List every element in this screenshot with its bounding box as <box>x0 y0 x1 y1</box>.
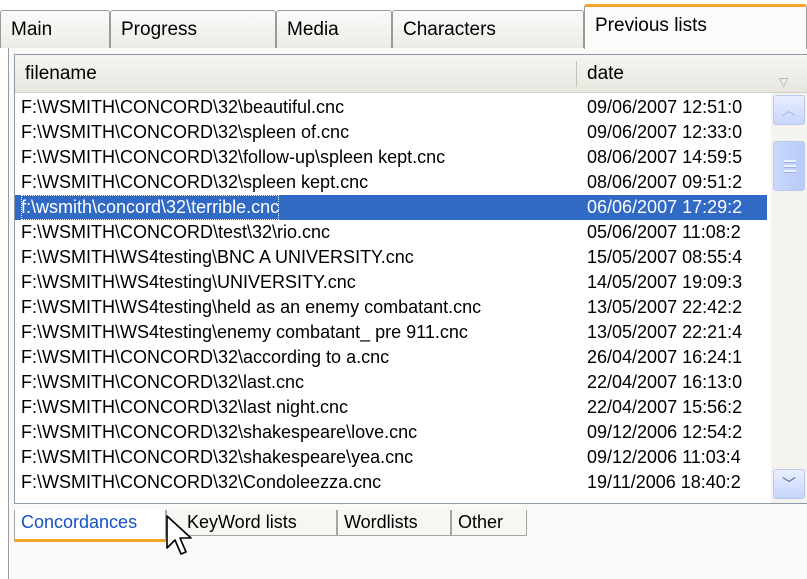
list-item[interactable]: F:\WSMITH\WS4testing\UNIVERSITY.cnc 14/05… <box>15 270 767 295</box>
scroll-up-button[interactable]: ︿ <box>773 95 805 125</box>
list-item[interactable]: F:\WSMITH\WS4testing\held as an enemy co… <box>15 295 767 320</box>
list-item[interactable]: F:\WSMITH\WS4testing\BNC A UNIVERSITY.cn… <box>15 245 767 270</box>
filename-cell: F:\WSMITH\CONCORD\32\spleen of.cnc <box>21 122 350 142</box>
tab-main[interactable]: Main <box>0 10 110 48</box>
tab-previous-lists[interactable]: Previous lists <box>584 4 807 49</box>
list-item[interactable]: F:\WSMITH\CONCORD\32\according to a.cnc 2… <box>15 345 767 370</box>
list-item[interactable]: F:\WSMITH\CONCORD\32\last night.cnc 22/04… <box>15 395 767 420</box>
list-item[interactable]: F:\WSMITH\CONCORD\32\spleen of.cnc 09/06/… <box>15 120 767 145</box>
date-cell: 08/06/2007 09:51:2 <box>587 172 743 192</box>
list-item[interactable]: F:\WSMITH\CONCORD\32\Condoleezza.cnc 19/1… <box>15 470 767 495</box>
list-item[interactable]: F:\WSMITH\CONCORD\test\32\rio.cnc 05/06/2… <box>15 220 767 245</box>
column-header-filename[interactable]: filename <box>25 55 97 92</box>
list-item[interactable]: F:\WSMITH\CONCORD\32\beautiful.cnc 09/06/… <box>15 95 767 120</box>
date-cell: 22/04/2007 15:56:2 <box>587 397 743 417</box>
bottom-tab-bar: Concordances KeyWord lists Wordlists Oth… <box>14 502 807 542</box>
tab-other[interactable]: Other <box>451 510 527 536</box>
chevron-up-icon: ︿ <box>782 102 796 118</box>
grip-line <box>784 165 796 168</box>
list-rows: F:\WSMITH\CONCORD\32\beautiful.cnc 09/06/… <box>15 95 767 495</box>
tab-wordlists[interactable]: Wordlists <box>337 510 451 536</box>
date-cell: 08/06/2007 14:59:5 <box>587 147 743 167</box>
date-cell: 13/05/2007 22:21:4 <box>587 322 743 342</box>
date-cell: 13/05/2007 22:42:2 <box>587 297 743 317</box>
mouse-pointer-icon <box>166 515 192 555</box>
grip-line <box>784 160 796 163</box>
date-cell: 26/04/2007 16:24:1 <box>587 347 743 367</box>
filename-cell: f:\wsmith\concord\32\terrible.cnc <box>21 195 280 220</box>
tab-media[interactable]: Media <box>276 10 392 48</box>
filename-cell: F:\WSMITH\WS4testing\BNC A UNIVERSITY.cn… <box>21 247 414 267</box>
list-item[interactable]: F:\WSMITH\CONCORD\32\follow-up\spleen ke… <box>15 145 767 170</box>
date-cell: 09/12/2006 11:03:4 <box>587 447 741 467</box>
date-cell: 22/04/2007 16:13:0 <box>587 372 743 392</box>
tab-progress[interactable]: Progress <box>110 10 276 48</box>
filename-cell: F:\WSMITH\WS4testing\enemy combatant_ pr… <box>21 322 468 342</box>
list-item[interactable]: F:\WSMITH\CONCORD\32\shakespeare\love.cn… <box>15 420 767 445</box>
filename-cell: F:\WSMITH\CONCORD\32\according to a.cnc <box>21 347 390 367</box>
previous-lists-listview[interactable]: filename date ▽ F:\WSMITH\CONCORD\32\bea… <box>14 54 807 504</box>
filename-cell: F:\WSMITH\CONCORD\32\spleen kept.cnc <box>21 172 369 192</box>
filename-cell: F:\WSMITH\CONCORD\32\follow-up\spleen ke… <box>21 147 446 167</box>
top-tab-bar: Main Progress Media Characters Previous … <box>0 0 807 49</box>
filename-cell: F:\WSMITH\CONCORD\32\shakespeare\yea.cnc <box>21 447 414 467</box>
list-item[interactable]: F:\WSMITH\WS4testing\enemy combatant_ pr… <box>15 320 767 345</box>
column-divider[interactable] <box>576 61 577 87</box>
list-item[interactable]: F:\WSMITH\CONCORD\32\shakespeare\yea.cnc… <box>15 445 767 470</box>
list-item[interactable]: F:\WSMITH\CONCORD\32\spleen kept.cnc 08/0… <box>15 170 767 195</box>
vertical-scrollbar[interactable]: ︿ ﹀ <box>771 93 807 503</box>
date-cell: 05/06/2007 11:08:2 <box>587 222 741 242</box>
tab-characters[interactable]: Characters <box>392 10 584 48</box>
date-cell: 06/06/2007 17:29:2 <box>587 197 743 217</box>
filename-cell: F:\WSMITH\WS4testing\held as an enemy co… <box>21 297 482 317</box>
date-cell: 14/05/2007 19:09:3 <box>587 272 743 292</box>
filename-cell: F:\WSMITH\WS4testing\UNIVERSITY.cnc <box>21 272 356 292</box>
list-item[interactable]: F:\WSMITH\CONCORD\32\last.cnc 22/04/2007 … <box>15 370 767 395</box>
date-cell: 19/11/2006 18:40:2 <box>587 472 741 492</box>
filename-cell: F:\WSMITH\CONCORD\test\32\rio.cnc <box>21 222 331 242</box>
tab-concordances[interactable]: Concordances <box>14 510 166 542</box>
date-cell: 15/05/2007 08:55:4 <box>587 247 743 267</box>
filename-cell: F:\WSMITH\CONCORD\32\Condoleezza.cnc <box>21 472 382 492</box>
filename-cell: F:\WSMITH\CONCORD\32\beautiful.cnc <box>21 97 345 117</box>
scroll-down-button[interactable]: ﹀ <box>773 469 805 499</box>
filename-cell: F:\WSMITH\CONCORD\32\last night.cnc <box>21 397 349 417</box>
date-cell: 09/12/2006 12:54:2 <box>587 422 743 442</box>
date-cell: 09/06/2007 12:33:0 <box>587 122 743 142</box>
list-item[interactable]: f:\wsmith\concord\32\terrible.cnc 06/06/2… <box>15 195 767 220</box>
date-cell: 09/06/2007 12:51:0 <box>587 97 743 117</box>
filename-cell: F:\WSMITH\CONCORD\32\shakespeare\love.cn… <box>21 422 418 442</box>
filename-cell: F:\WSMITH\CONCORD\32\last.cnc <box>21 372 305 392</box>
column-header-date[interactable]: date <box>587 55 624 92</box>
scrollbar-thumb[interactable] <box>773 141 805 191</box>
chevron-down-icon: ﹀ <box>782 476 796 492</box>
column-header-bar: filename date ▽ <box>15 55 807 93</box>
grip-line <box>784 170 796 173</box>
